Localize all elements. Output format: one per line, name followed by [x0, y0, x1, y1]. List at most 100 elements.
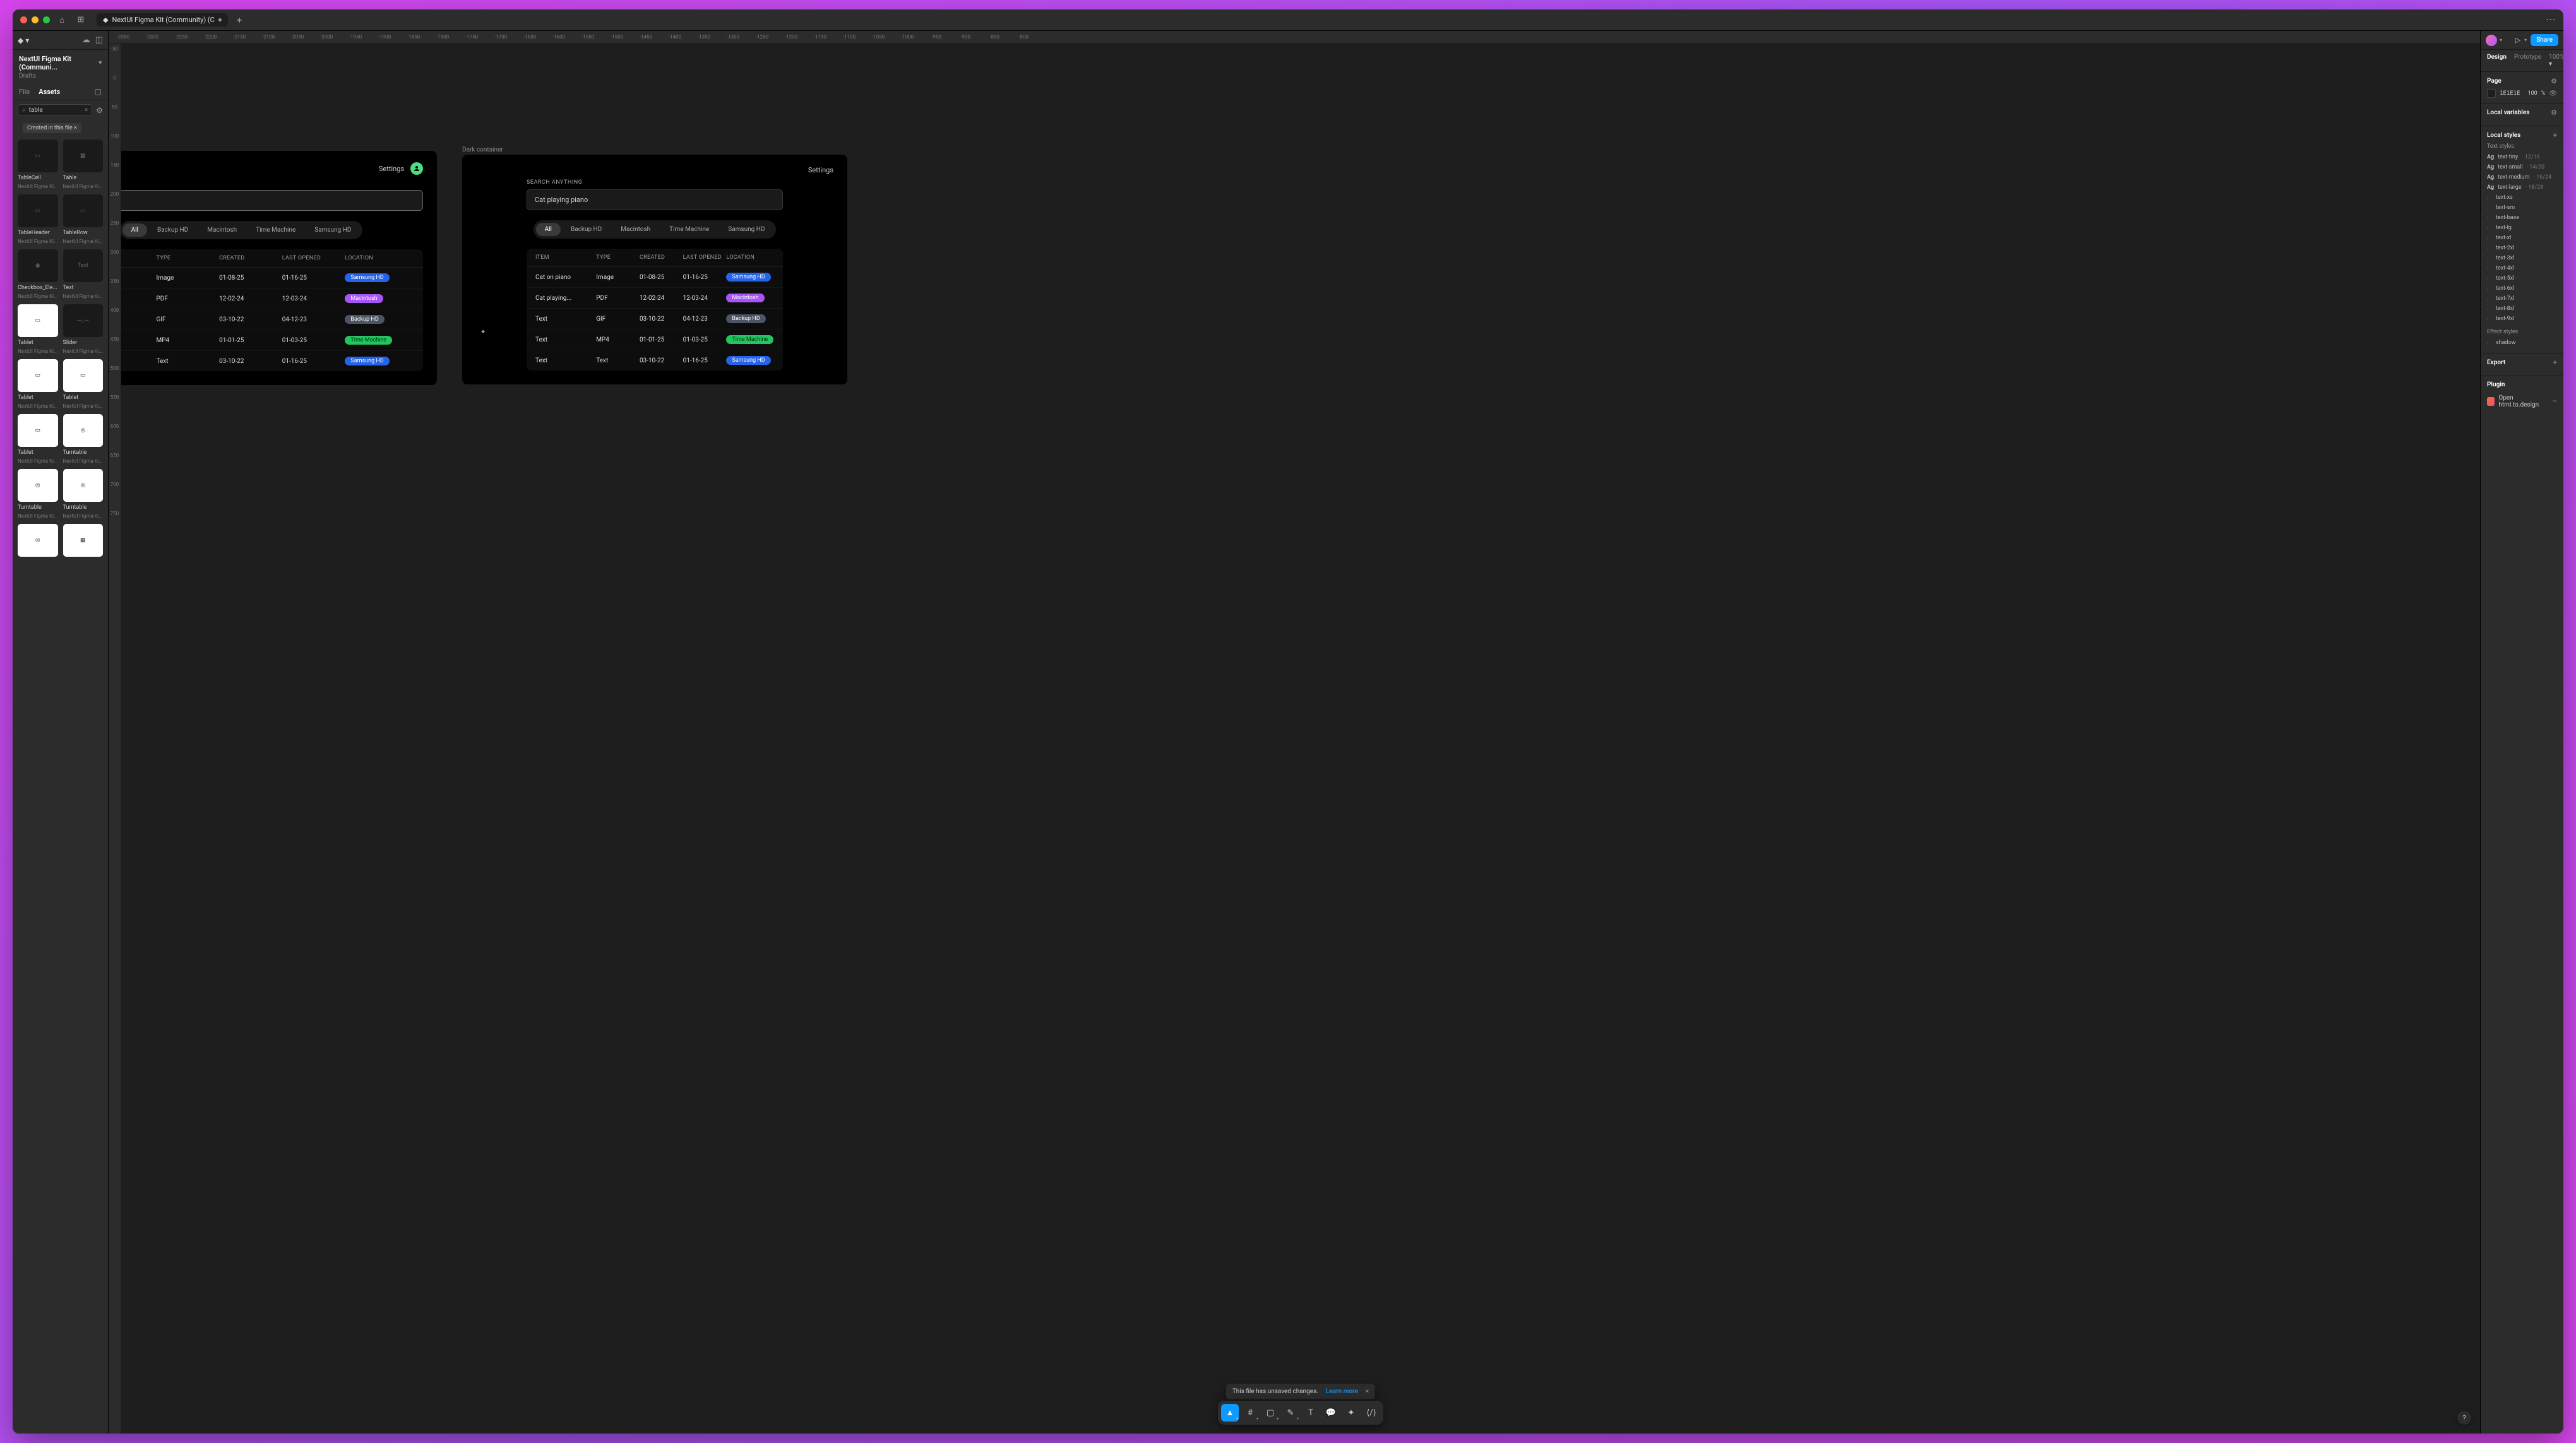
color-opacity[interactable]: 100: [2528, 90, 2537, 97]
page-settings-icon[interactable]: ⚙: [2551, 77, 2557, 85]
filter-tab[interactable]: Macintosh: [612, 223, 659, 236]
color-hex[interactable]: 1E1E1E: [2500, 90, 2524, 97]
add-export-icon[interactable]: +: [2553, 359, 2557, 367]
user-avatar-icon[interactable]: [2486, 35, 2497, 46]
tab-design[interactable]: Design: [2487, 54, 2507, 68]
visibility-icon[interactable]: 👁: [2549, 90, 2557, 97]
asset-search-input[interactable]: ⌕ table ×: [18, 104, 92, 116]
filter-tab[interactable]: Time Machine: [660, 223, 718, 236]
text-tool[interactable]: T: [1302, 1404, 1320, 1422]
filter-tab[interactable]: Time Machine: [247, 223, 304, 237]
asset-item[interactable]: ▭TabletNextUI Figma Ki...: [18, 304, 58, 354]
canvas[interactable]: Settings ANYTHING ying piano AllBackup H…: [121, 44, 2480, 1434]
asset-item[interactable]: ▭TableHeaderNextUI Figma Ki...: [18, 194, 58, 244]
table-row[interactable]: TextGIF03-10-2204-12-23Backup HD: [121, 309, 423, 330]
asset-item[interactable]: ▭TableCellNextUI Figma Ki...: [18, 140, 58, 189]
zoom-level[interactable]: 100% ▾: [2549, 54, 2563, 68]
move-tool[interactable]: ▲▾: [1221, 1404, 1239, 1422]
filter-tab[interactable]: Backup HD: [148, 223, 197, 237]
table-row[interactable]: Cat playing...PDF12-02-2412-03-24Macinto…: [121, 288, 423, 309]
text-style-row[interactable]: Agtext-small · 14/20: [2487, 162, 2557, 172]
filter-tab[interactable]: All: [122, 223, 147, 237]
tab-file[interactable]: File: [19, 88, 30, 96]
text-style-row[interactable]: ›text-7xl: [2487, 294, 2557, 304]
cloud-icon[interactable]: ☁: [82, 35, 90, 45]
comment-tool[interactable]: 💬: [1322, 1404, 1340, 1422]
text-style-row[interactable]: ›text-6xl: [2487, 283, 2557, 294]
asset-item[interactable]: ◎TurntableNextUI Figma Ki...: [63, 469, 104, 519]
text-style-row[interactable]: ›text-base: [2487, 213, 2557, 223]
search-input-a[interactable]: ying piano: [121, 190, 423, 211]
text-style-row[interactable]: Agtext-large · 18/28: [2487, 182, 2557, 193]
asset-item[interactable]: ▦: [63, 524, 104, 562]
chip-close-icon[interactable]: ×: [74, 125, 77, 131]
plugin-menu-icon[interactable]: —: [2552, 398, 2557, 405]
filter-tab[interactable]: Backup HD: [562, 223, 611, 236]
pen-tool[interactable]: ✎▾: [1282, 1404, 1299, 1422]
filter-chip[interactable]: Created in this file ×: [23, 123, 81, 133]
table-row[interactable]: TextMP401-01-2501-03-25Time Machine: [527, 330, 783, 350]
asset-grid-scroll[interactable]: ▭TableCellNextUI Figma Ki...▦TableNextUI…: [13, 140, 108, 1434]
text-style-row[interactable]: Agtext-tiny · 12/16: [2487, 152, 2557, 162]
text-style-row[interactable]: ›text-9xl: [2487, 314, 2557, 324]
style-row-shadow[interactable]: ›shadow: [2487, 338, 2557, 348]
frame-container-b[interactable]: Settings SEARCH ANYTHING Cat playing pia…: [462, 155, 847, 384]
text-style-row[interactable]: ›text-xl: [2487, 233, 2557, 243]
library-icon[interactable]: ▢: [95, 87, 102, 96]
maximize-icon[interactable]: [43, 16, 50, 23]
asset-item[interactable]: ▭TabletNextUI Figma Ki...: [18, 414, 58, 464]
table-row[interactable]: Cat playing...PDF12-02-2412-03-24Macinto…: [527, 288, 783, 309]
share-button[interactable]: Share: [2531, 34, 2558, 46]
asset-item[interactable]: TextTextNextUI Figma Ki...: [63, 249, 104, 299]
asset-item[interactable]: ▭TabletNextUI Figma Ki...: [63, 359, 104, 409]
page-background-row[interactable]: 1E1E1E 100 % 👁: [2487, 89, 2557, 98]
minimize-icon[interactable]: [32, 16, 39, 23]
text-style-row[interactable]: Agtext-medium · 16/24: [2487, 172, 2557, 182]
plugin-row[interactable]: Open html.to.design —: [2487, 392, 2557, 411]
text-style-row[interactable]: ›text-2xl: [2487, 243, 2557, 253]
color-swatch[interactable]: [2487, 89, 2496, 98]
figma-menu-button[interactable]: ◆ ▾: [18, 36, 29, 45]
table-row[interactable]: TextGIF03-10-2204-12-23Backup HD: [527, 309, 783, 330]
frame-label-b[interactable]: Dark container: [462, 146, 503, 153]
actions-tool[interactable]: ✦: [1342, 1404, 1360, 1422]
asset-item[interactable]: ◎TurntableNextUI Figma Ki...: [18, 469, 58, 519]
table-row[interactable]: TextText03-10-2201-16-25Samsung HD: [121, 351, 423, 371]
toast-close-icon[interactable]: ×: [1366, 1388, 1369, 1395]
grid-icon[interactable]: ⊞: [74, 13, 88, 27]
variables-settings-icon[interactable]: ⚙: [2551, 109, 2557, 117]
tab-assets[interactable]: Assets: [39, 88, 60, 96]
asset-item[interactable]: —○—SliderNextUI Figma Ki...: [63, 304, 104, 354]
home-icon[interactable]: ⌂: [55, 13, 69, 27]
asset-item[interactable]: ◎: [18, 524, 58, 562]
add-style-icon[interactable]: +: [2553, 131, 2557, 140]
asset-item[interactable]: ◉Checkbox_Ele...NextUI Figma Ki...: [18, 249, 58, 299]
file-title-row[interactable]: NextUI Figma Kit (Communi... ▾: [13, 50, 108, 73]
clear-search-icon[interactable]: ×: [85, 107, 88, 114]
text-style-row[interactable]: ›text-sm: [2487, 203, 2557, 213]
text-style-row[interactable]: ›text-xs: [2487, 193, 2557, 203]
filter-icon[interactable]: ⚙: [96, 106, 103, 115]
settings-link-b[interactable]: Settings: [808, 166, 833, 174]
filter-tab[interactable]: Samsung HD: [719, 223, 773, 236]
asset-item[interactable]: ▭TableRowNextUI Figma Ki...: [63, 194, 104, 244]
settings-link-a[interactable]: Settings: [379, 165, 404, 173]
frame-tool[interactable]: #▾: [1241, 1404, 1259, 1422]
chevron-down-icon[interactable]: ▾: [2524, 37, 2527, 43]
dev-mode-tool[interactable]: ⟨/⟩: [1363, 1404, 1380, 1422]
table-row[interactable]: TextText03-10-2201-16-25Samsung HD: [527, 350, 783, 371]
tab-prototype[interactable]: Prototype: [2514, 54, 2541, 68]
text-style-row[interactable]: ›text-5xl: [2487, 273, 2557, 283]
chevron-down-icon[interactable]: ▾: [2500, 37, 2502, 43]
text-style-row[interactable]: ›text-8xl: [2487, 304, 2557, 314]
text-style-row[interactable]: ›text-lg: [2487, 223, 2557, 233]
table-row[interactable]: Cat on pianoImage01-08-2501-16-25Samsung…: [121, 268, 423, 288]
table-row[interactable]: Cat on pianoImage01-08-2501-16-25Samsung…: [527, 267, 783, 288]
table-row[interactable]: TextMP401-01-2501-03-25Time Machine: [121, 330, 423, 351]
avatar-a[interactable]: [410, 162, 423, 175]
filter-tab[interactable]: Samsung HD: [306, 223, 360, 237]
panel-toggle-icon[interactable]: ◫: [95, 35, 103, 45]
filter-tab[interactable]: Macintosh: [198, 223, 246, 237]
asset-item[interactable]: ▭TabletNextUI Figma Ki...: [18, 359, 58, 409]
file-tab[interactable]: ◆ NextUI Figma Kit (Community) (C: [97, 13, 228, 27]
